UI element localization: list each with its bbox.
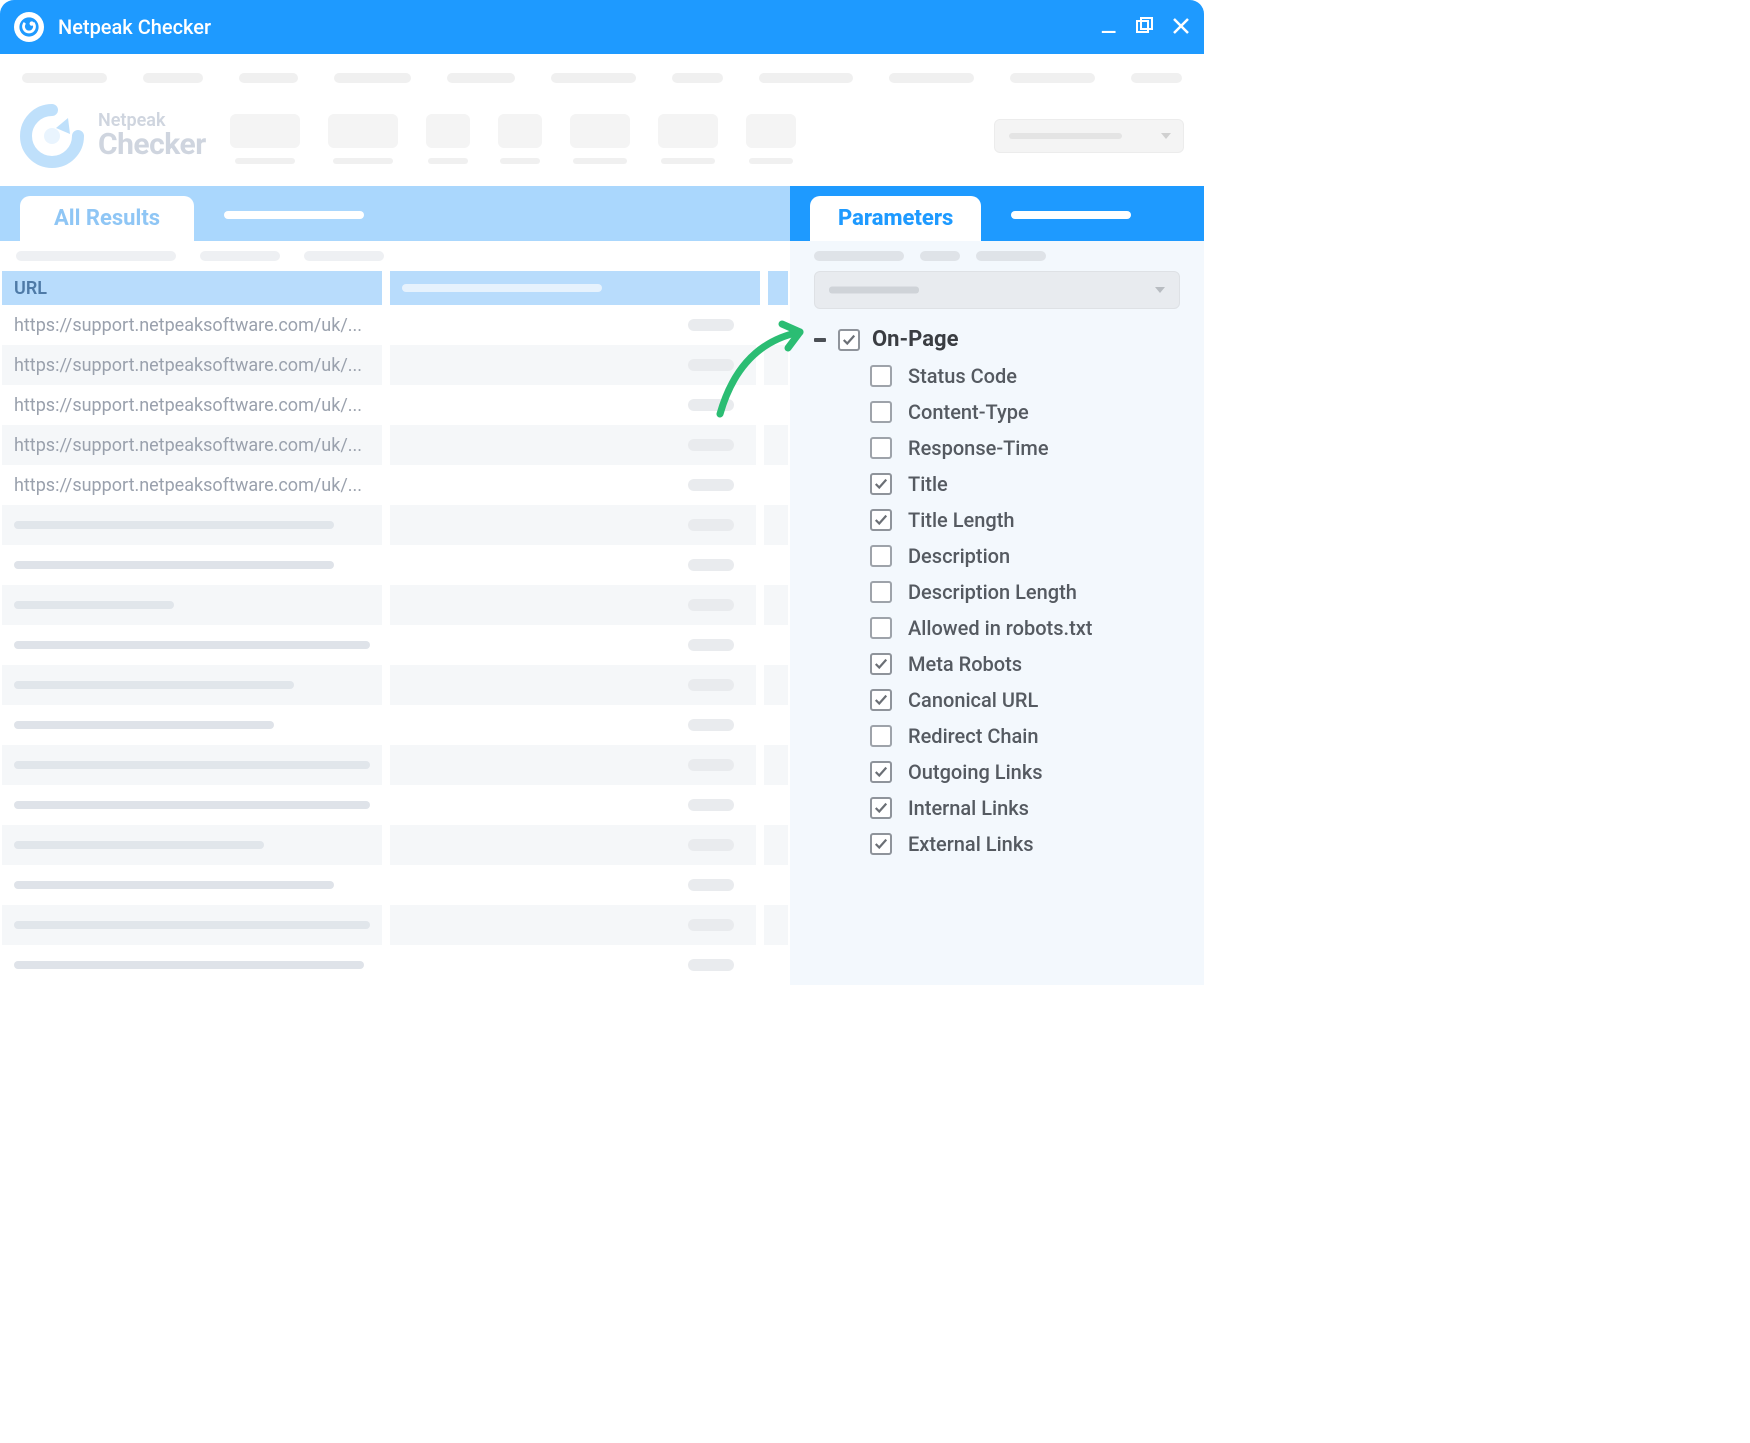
param-label: External Links: [908, 832, 1034, 856]
param-label: Status Code: [908, 364, 1017, 388]
table-row[interactable]: [0, 585, 790, 625]
tab-parameters[interactable]: Parameters: [810, 196, 981, 241]
param-label: Description Length: [908, 580, 1077, 604]
table-row[interactable]: [0, 705, 790, 745]
checkbox[interactable]: [870, 833, 892, 855]
table-row[interactable]: [0, 785, 790, 825]
param-item[interactable]: Content-Type: [870, 400, 1180, 424]
checkbox[interactable]: [870, 545, 892, 567]
param-item[interactable]: Response-Time: [870, 436, 1180, 460]
table-row[interactable]: [0, 945, 790, 985]
checkbox[interactable]: [870, 797, 892, 819]
table-row[interactable]: [0, 625, 790, 665]
close-icon[interactable]: [1172, 17, 1190, 38]
right-tab-placeholder[interactable]: [1011, 211, 1131, 219]
param-label: Canonical URL: [908, 688, 1038, 712]
minimize-icon[interactable]: –: [1100, 19, 1118, 47]
table-row[interactable]: [0, 665, 790, 705]
param-label: Title Length: [908, 508, 1014, 532]
checkbox[interactable]: [870, 509, 892, 531]
checkbox[interactable]: [870, 725, 892, 747]
param-item[interactable]: Title Length: [870, 508, 1180, 532]
param-label: Description: [908, 544, 1010, 568]
param-label: Allowed in robots.txt: [908, 616, 1092, 640]
table-row[interactable]: https://support.netpeaksoftware.com/uk/.…: [0, 465, 790, 505]
table-row[interactable]: https://support.netpeaksoftware.com/uk/.…: [0, 305, 790, 345]
app-logo: Netpeak Checker: [20, 104, 206, 168]
checkbox[interactable]: [870, 581, 892, 603]
table-row[interactable]: [0, 545, 790, 585]
column-header-placeholder-2[interactable]: [768, 271, 788, 305]
param-item[interactable]: Status Code: [870, 364, 1180, 388]
param-label: Content-Type: [908, 400, 1029, 424]
app-header: Netpeak Checker: [0, 96, 1204, 186]
parameters-search[interactable]: [814, 271, 1180, 309]
param-item[interactable]: Allowed in robots.txt: [870, 616, 1180, 640]
param-item[interactable]: Description Length: [870, 580, 1180, 604]
tab-all-results[interactable]: All Results: [20, 196, 194, 241]
table-row[interactable]: https://support.netpeaksoftware.com/uk/.…: [0, 385, 790, 425]
param-item[interactable]: Canonical URL: [870, 688, 1180, 712]
logo-text-line2: Checker: [98, 130, 206, 160]
param-item[interactable]: Description: [870, 544, 1180, 568]
window-titlebar: Netpeak Checker –: [0, 0, 1204, 54]
checkbox[interactable]: [870, 689, 892, 711]
checkbox[interactable]: [870, 437, 892, 459]
param-label: Internal Links: [908, 796, 1029, 820]
table-row[interactable]: [0, 745, 790, 785]
app-icon: [14, 12, 44, 42]
url-cell: https://support.netpeaksoftware.com/uk/.…: [14, 395, 362, 416]
table-row[interactable]: [0, 505, 790, 545]
param-item[interactable]: Outgoing Links: [870, 760, 1180, 784]
table-row[interactable]: [0, 905, 790, 945]
checkbox-on-page[interactable]: [838, 329, 860, 351]
maximize-icon[interactable]: [1136, 17, 1154, 38]
checkbox[interactable]: [870, 617, 892, 639]
table-row[interactable]: https://support.netpeaksoftware.com/uk/.…: [0, 345, 790, 385]
left-tab-placeholder[interactable]: [224, 211, 364, 219]
url-cell: https://support.netpeaksoftware.com/uk/.…: [14, 315, 362, 336]
left-tabs: All Results: [0, 186, 790, 241]
table-row[interactable]: [0, 825, 790, 865]
collapse-icon[interactable]: [814, 338, 826, 342]
param-item[interactable]: Title: [870, 472, 1180, 496]
header-dropdown[interactable]: [994, 119, 1184, 153]
column-header-url[interactable]: URL: [2, 271, 382, 305]
url-cell: https://support.netpeaksoftware.com/uk/.…: [14, 435, 362, 456]
column-header-placeholder[interactable]: [390, 271, 760, 305]
checkbox[interactable]: [870, 653, 892, 675]
param-group-on-page[interactable]: On-Page: [814, 327, 1180, 352]
results-rows: https://support.netpeaksoftware.com/uk/.…: [0, 305, 790, 985]
checkbox[interactable]: [870, 473, 892, 495]
param-item[interactable]: Redirect Chain: [870, 724, 1180, 748]
param-label: Redirect Chain: [908, 724, 1039, 748]
checkbox[interactable]: [870, 401, 892, 423]
param-label: Title: [908, 472, 948, 496]
checkbox[interactable]: [870, 761, 892, 783]
url-cell: https://support.netpeaksoftware.com/uk/.…: [14, 355, 362, 376]
param-item[interactable]: Meta Robots: [870, 652, 1180, 676]
table-row[interactable]: https://support.netpeaksoftware.com/uk/.…: [0, 425, 790, 465]
param-item[interactable]: Internal Links: [870, 796, 1180, 820]
param-label: Meta Robots: [908, 652, 1022, 676]
param-item[interactable]: External Links: [870, 832, 1180, 856]
menubar: [0, 54, 1204, 96]
url-cell: https://support.netpeaksoftware.com/uk/.…: [14, 475, 362, 496]
param-label: Response-Time: [908, 436, 1049, 460]
group-label: On-Page: [872, 327, 958, 352]
window-title: Netpeak Checker: [58, 15, 1100, 39]
param-label: Outgoing Links: [908, 760, 1043, 784]
right-tabs: Parameters: [790, 186, 1204, 241]
table-header: URL: [0, 271, 790, 305]
table-row[interactable]: [0, 865, 790, 905]
checkbox[interactable]: [870, 365, 892, 387]
